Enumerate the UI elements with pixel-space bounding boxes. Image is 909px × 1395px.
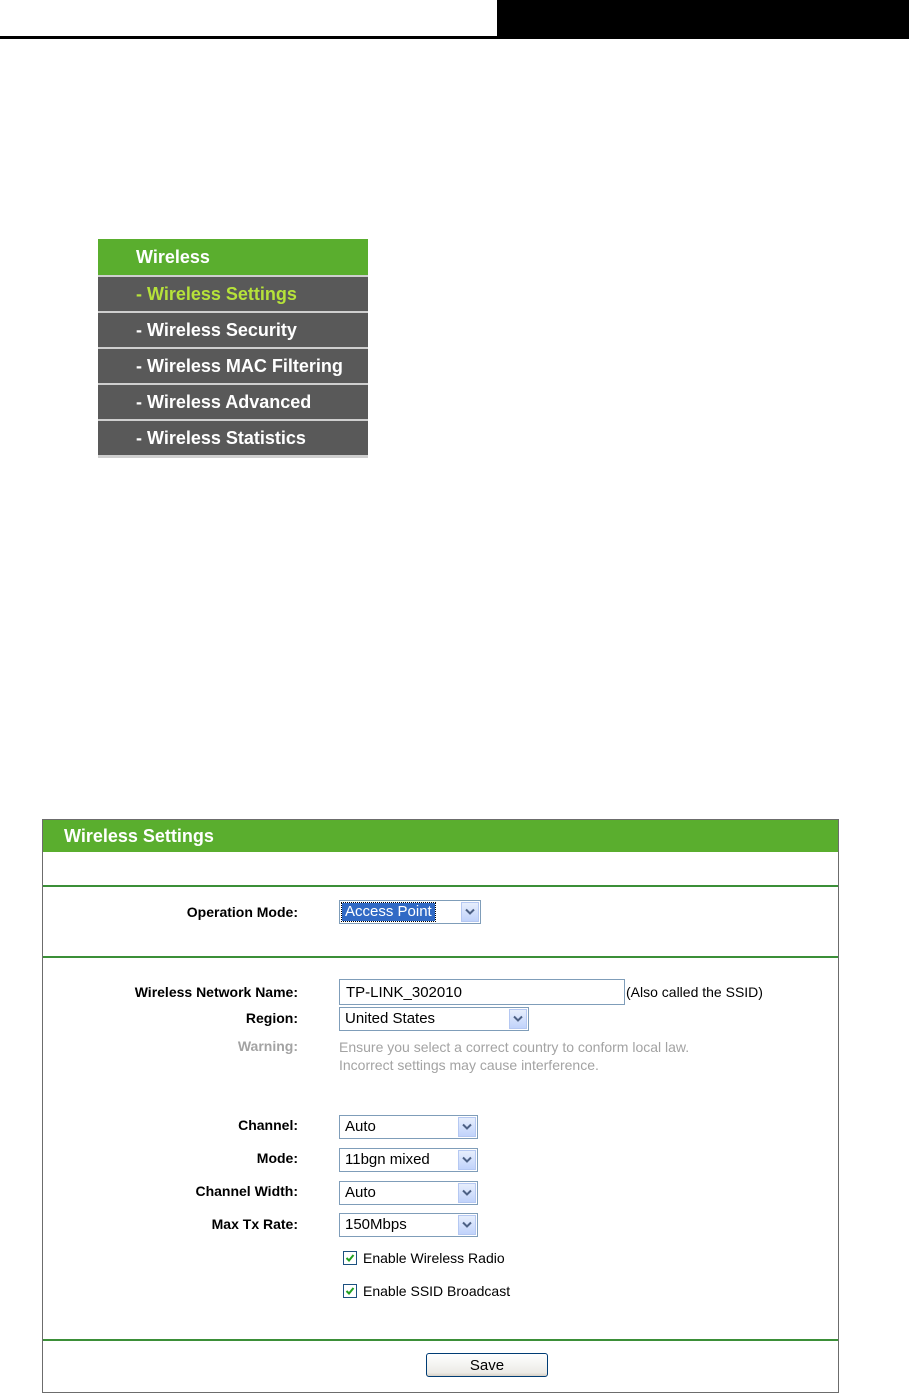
region-value: United States [345, 1010, 436, 1027]
divider [43, 885, 838, 887]
checkmark-icon [345, 1254, 355, 1262]
warning-text-line1: Ensure you select a correct country to c… [339, 1039, 690, 1055]
chevron-down-icon[interactable] [461, 902, 479, 922]
chevron-down-icon[interactable] [509, 1009, 527, 1029]
mode-label: Mode: [256, 1150, 298, 1166]
network-name-label: Wireless Network Name: [134, 984, 298, 1000]
max-tx-rate-label: Max Tx Rate: [211, 1216, 298, 1232]
chevron-down-icon[interactable] [458, 1183, 476, 1203]
channel-value: Auto [345, 1118, 376, 1135]
menu-item-wireless-mac-filtering[interactable]: - Wireless MAC Filtering [98, 349, 368, 383]
chevron-down-icon[interactable] [458, 1150, 476, 1170]
channel-label: Channel: [238, 1117, 298, 1133]
panel-title: Wireless Settings [43, 820, 838, 852]
enable-wireless-radio-label[interactable]: Enable Wireless Radio [363, 1250, 505, 1266]
menu-item-wireless-security[interactable]: - Wireless Security [98, 313, 368, 347]
checkmark-icon [345, 1287, 355, 1295]
wireless-menu: Wireless - Wireless Settings - Wireless … [98, 239, 368, 458]
menu-item-wireless-statistics[interactable]: - Wireless Statistics [98, 421, 368, 455]
menu-item-wireless-settings[interactable]: - Wireless Settings [98, 277, 368, 311]
channel-width-label: Channel Width: [195, 1183, 298, 1199]
max-tx-rate-value: 150Mbps [345, 1216, 407, 1233]
enable-wireless-radio-checkbox[interactable] [343, 1251, 357, 1265]
enable-ssid-broadcast-label[interactable]: Enable SSID Broadcast [363, 1283, 510, 1299]
header-black-band [497, 0, 909, 39]
operation-mode-value: Access Point [341, 902, 436, 922]
ssid-hint: (Also called the SSID) [626, 984, 763, 1000]
channel-width-select[interactable]: Auto [339, 1181, 478, 1205]
channel-width-value: Auto [345, 1184, 376, 1201]
operation-mode-select[interactable]: Access Point [339, 900, 481, 924]
mode-select[interactable]: 11bgn mixed [339, 1148, 478, 1172]
max-tx-rate-select[interactable]: 150Mbps [339, 1213, 478, 1237]
warning-label: Warning: [237, 1038, 298, 1054]
chevron-down-icon[interactable] [458, 1215, 476, 1235]
header-rule [0, 36, 500, 39]
region-label: Region: [245, 1010, 298, 1026]
operation-mode-label: Operation Mode: [186, 904, 298, 920]
wireless-settings-panel: Wireless Settings Operation Mode: Access… [42, 819, 839, 1393]
region-select[interactable]: United States [339, 1007, 529, 1031]
warning-text-line2: Incorrect settings may cause interferenc… [339, 1057, 599, 1073]
network-name-input[interactable] [339, 979, 625, 1005]
menu-title[interactable]: Wireless [98, 239, 368, 275]
mode-value: 11bgn mixed [345, 1151, 430, 1168]
save-button[interactable]: Save [426, 1353, 548, 1377]
enable-ssid-broadcast-checkbox[interactable] [343, 1284, 357, 1298]
menu-item-wireless-advanced[interactable]: - Wireless Advanced [98, 385, 368, 419]
divider [43, 1339, 838, 1341]
chevron-down-icon[interactable] [458, 1117, 476, 1137]
divider [43, 956, 838, 958]
channel-select[interactable]: Auto [339, 1115, 478, 1139]
